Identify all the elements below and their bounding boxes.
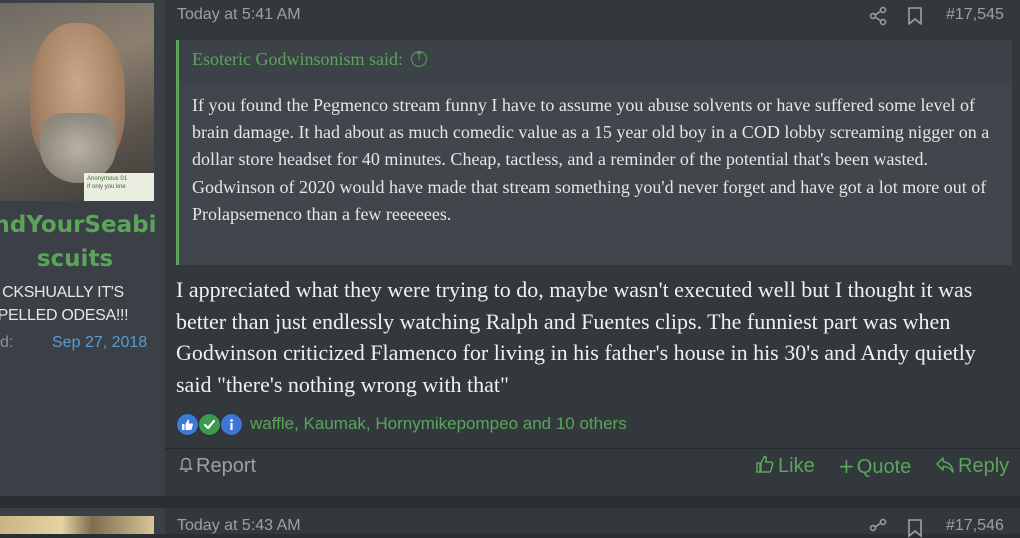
like-button[interactable]: Like [755,454,815,478]
quote-block: Esoteric Godwinsonism said: If you found… [176,40,1012,265]
quote-body: If you found the Pegmenco stream funny I… [179,86,1012,265]
next-bookmark-icon[interactable] [906,518,924,538]
next-post-timestamp[interactable]: Today at 5:43 AM [177,517,301,535]
avatar-badge: Anonymous 01 If only you kne [84,173,154,201]
next-avatar[interactable] [0,516,154,534]
avatar-badge-line-2: If only you kne [87,184,126,190]
post-message: I appreciated what they were trying to d… [176,277,976,397]
quote-button[interactable]: + Quote [838,454,911,479]
joined-label: d: [0,334,14,351]
reply-arrow-icon [936,457,954,473]
report-button[interactable]: Report [179,454,256,478]
next-user-column [0,508,165,534]
username[interactable]: ndYourSeabi scuits [0,208,170,276]
username-line-2: scuits [36,246,114,272]
avatar-badge-line-1: Anonymous 01 [87,176,128,182]
next-post-number[interactable]: #17,546 [946,517,1004,535]
thumbs-up-icon [756,455,774,473]
next-post-container: Today at 5:43 AM #17,546 [0,508,1020,538]
quote-header[interactable]: Esoteric Godwinsonism said: [192,49,427,70]
plus-icon: + [838,454,855,478]
like-reaction-icon [176,412,199,436]
post-number[interactable]: #17,545 [946,6,1004,24]
bookmark-icon[interactable] [906,6,924,26]
reply-label: Reply [958,455,1010,477]
reactions-bar[interactable]: waffle, Kaumak, Hornymikepompeo and 10 o… [176,412,627,436]
quote-label: Quote [856,456,912,478]
avatar[interactable]: Anonymous 01 If only you kne [0,3,154,201]
informative-reaction-icon [220,412,243,436]
next-share-icon[interactable] [868,518,888,538]
post-container: Anonymous 01 If only you kne ndYourSeabi… [0,0,1020,496]
reply-button[interactable]: Reply [935,454,1009,478]
reaction-users[interactable]: waffle, Kaumak, Hornymikepompeo and 10 o… [250,414,627,434]
user-title: CKSHUALLY IT'S PELLED ODESA!!! [0,281,148,327]
quote-author[interactable]: Esoteric Godwinsonism said: [192,49,403,69]
user-title-line-1: CKSHUALLY IT'S [2,284,124,301]
joined-date: Sep 27, 2018 [52,334,148,351]
report-label: Report [196,455,257,477]
share-icon[interactable] [868,6,888,26]
like-label: Like [778,455,815,477]
username-line-1: ndYourSeabi [0,212,157,238]
user-title-line-2: PELLED ODESA!!! [0,307,129,324]
jump-to-quote-icon[interactable] [410,49,427,67]
post-timestamp[interactable]: Today at 5:41 AM [177,6,301,24]
user-column: Anonymous 01 If only you kne ndYourSeabi… [0,0,165,496]
post-actions-bar: Report Like + Quote Reply [165,449,1020,496]
agree-reaction-icon [198,412,221,436]
bell-icon [179,457,193,473]
